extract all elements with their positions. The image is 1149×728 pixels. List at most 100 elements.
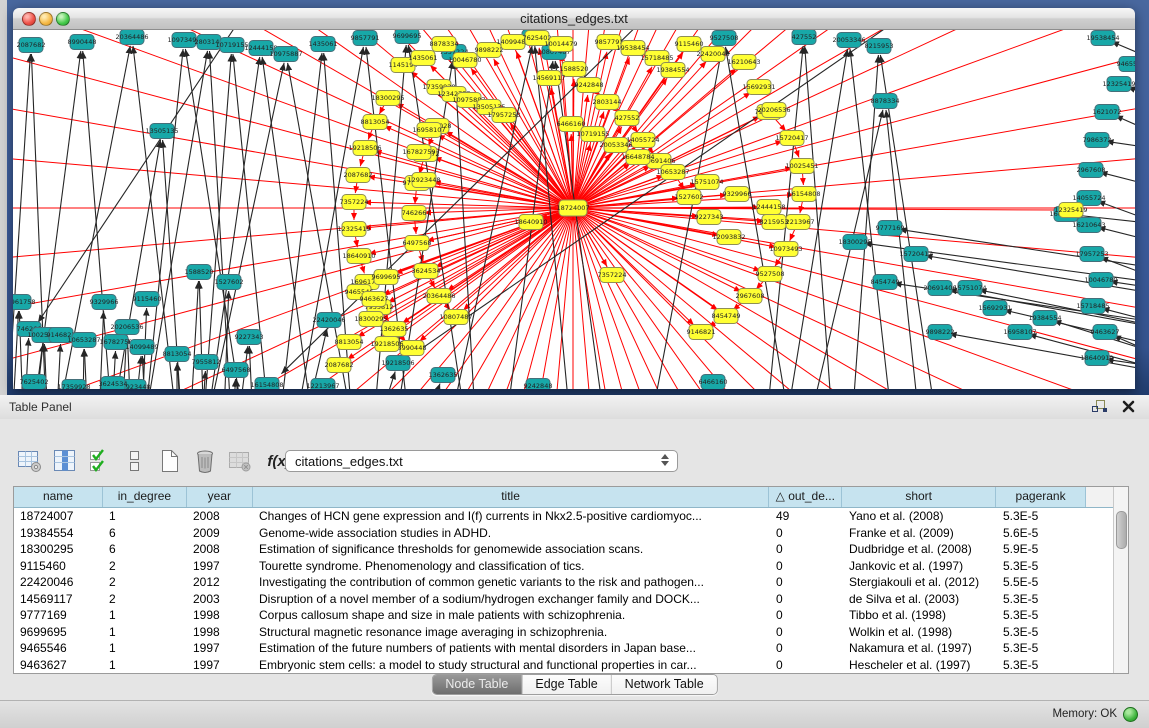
graph-node[interactable]: 9227343 (695, 210, 724, 225)
column-header-year[interactable]: year (187, 487, 253, 507)
graph-node[interactable]: 427552 (615, 111, 640, 126)
graph-node[interactable]: 8990448 (68, 35, 97, 50)
graph-node[interactable]: 1362635 (380, 322, 409, 337)
graph-node[interactable]: 22420046 (696, 47, 729, 62)
table-row[interactable]: 946362711997Embryonic stem cells: a mode… (14, 657, 1113, 674)
table-row[interactable]: 1938455462009Genome-wide association stu… (14, 525, 1113, 542)
tab-network-table[interactable]: Network Table (611, 675, 717, 694)
graph-node[interactable]: 9857791 (351, 31, 380, 46)
graph-node[interactable]: 16782759 (402, 145, 435, 160)
graph-node[interactable]: 9463627 (1091, 325, 1120, 340)
graph-node[interactable]: 9242848 (524, 379, 553, 390)
graph-node[interactable]: 19218506 (381, 356, 414, 371)
graph-node[interactable]: 2967608 (736, 289, 765, 304)
graph-node[interactable]: 1435061 (309, 37, 338, 52)
graph-node[interactable]: 14099489 (125, 340, 158, 355)
graph-node[interactable]: 2087682 (344, 168, 373, 183)
table-row[interactable]: 911546021997Tourette syndrome. Phenomeno… (14, 558, 1113, 575)
graph-node[interactable]: 9465546 (1117, 57, 1135, 72)
graph-node[interactable]: 8813054 (361, 115, 390, 130)
graph-node[interactable]: 2087682 (325, 358, 354, 373)
graph-node[interactable]: 6497568 (403, 236, 432, 251)
graph-node[interactable]: 16958107 (412, 123, 445, 138)
graph-node[interactable]: 3624534 (99, 377, 128, 390)
graph-node[interactable]: 18640910 (342, 249, 375, 264)
graph-node[interactable]: 20206536 (110, 320, 143, 335)
network-canvas[interactable]: 2087682899044820364486109734932803144107… (13, 30, 1135, 389)
graph-node[interactable]: 1527602 (675, 190, 704, 205)
graph-node[interactable]: 15751074 (953, 281, 986, 296)
graph-node[interactable]: 12093832 (712, 230, 745, 245)
graph-node[interactable]: 6466160 (699, 375, 728, 390)
graph-node[interactable]: 1527602 (215, 275, 244, 290)
graph-node[interactable]: 19218506 (370, 337, 403, 352)
graph-node[interactable]: 7357224 (340, 195, 369, 210)
graph-node[interactable]: 20364486 (115, 30, 148, 45)
table-vertical-scrollbar[interactable] (1113, 487, 1128, 673)
graph-node[interactable]: 9898222 (926, 325, 955, 340)
graph-node[interactable]: 20364486 (422, 289, 455, 304)
citation-network-graph[interactable]: 2087682899044820364486109734932803144107… (13, 30, 1135, 389)
graph-node[interactable]: 18300295 (838, 235, 871, 250)
table-row[interactable]: 977716911998Corpus callosum shape and si… (14, 607, 1113, 624)
graph-node[interactable]: 19538454 (1086, 31, 1119, 46)
column-header-title[interactable]: title (253, 487, 770, 507)
graph-node[interactable]: 18640910 (514, 215, 547, 230)
tab-node-table[interactable]: Node Table (432, 675, 521, 694)
table-row[interactable]: 969969511998Structural magnetic resonanc… (14, 624, 1113, 641)
graph-node[interactable]: 7625402 (20, 375, 49, 390)
graph-node[interactable]: 1588520 (185, 265, 214, 280)
graph-node[interactable]: 15692931 (978, 301, 1011, 316)
graph-node[interactable]: 20691406 (923, 281, 956, 296)
graph-node[interactable]: 746266 (402, 206, 427, 221)
close-icon[interactable] (1122, 400, 1135, 413)
graph-node[interactable]: 6497568 (222, 363, 251, 378)
column-header-short[interactable]: short (842, 487, 996, 507)
graph-node[interactable]: 16154808 (787, 187, 820, 202)
graph-node[interactable]: 10653287 (656, 165, 689, 180)
column-header-name[interactable]: name (14, 487, 103, 507)
graph-node[interactable]: 12325419 (1102, 77, 1135, 92)
graph-node[interactable]: 15692931 (742, 80, 775, 95)
graph-node[interactable]: 16210643 (727, 55, 760, 70)
graph-node[interactable]: 427552 (792, 30, 817, 45)
float-window-icon[interactable] (1091, 399, 1108, 414)
graph-node[interactable]: 9463627 (360, 292, 389, 307)
graph-node[interactable]: 7955812 (192, 355, 221, 370)
graph-node[interactable]: 9527508 (710, 31, 739, 46)
graph-node[interactable]: 16648784 (621, 150, 654, 165)
graph-node[interactable]: 9329966 (90, 295, 119, 310)
graph-node[interactable]: 7986372 (1083, 133, 1112, 148)
graph-node[interactable]: 9242848 (575, 78, 604, 93)
new-table-icon[interactable] (156, 446, 184, 476)
table-row[interactable]: 946554611997Estimation of the future num… (14, 640, 1113, 657)
graph-node[interactable]: 3624534 (412, 264, 441, 279)
graph-node[interactable]: 15718485 (1076, 299, 1109, 314)
graph-node[interactable]: 12213967 (306, 379, 339, 390)
graph-node[interactable]: 12444158 (752, 200, 785, 215)
graph-node[interactable]: 8215953 (865, 39, 894, 54)
graph-node[interactable]: 18300295 (371, 91, 404, 106)
graph-node[interactable]: 10973493 (769, 242, 802, 257)
graph-node[interactable]: 10046780 (1084, 273, 1117, 288)
graph-node[interactable]: 17359928 (57, 380, 90, 390)
select-all-icon[interactable] (86, 446, 114, 476)
graph-node[interactable]: 20053346 (832, 33, 865, 48)
graph-node[interactable]: 9527508 (756, 267, 785, 282)
graph-node[interactable]: 9146821 (687, 325, 716, 340)
graph-node[interactable]: 22420046 (312, 313, 345, 328)
graph-node[interactable]: 10653287 (67, 333, 100, 348)
graph-node[interactable]: 10014479 (544, 37, 577, 52)
delete-table-icon[interactable] (191, 446, 219, 476)
graph-node[interactable]: 8813054 (335, 335, 364, 350)
graph-node[interactable]: 9227343 (235, 330, 264, 345)
graph-node[interactable]: 20206536 (757, 103, 790, 118)
graph-node[interactable]: 17957253 (1075, 247, 1108, 262)
table-row[interactable]: 1830029562008Estimation of significance … (14, 541, 1113, 558)
graph-node[interactable]: 2803144 (593, 95, 622, 110)
graph-node[interactable]: 1362635 (429, 368, 458, 383)
table-source-select[interactable]: citations_edges.txt (285, 450, 678, 472)
column-header-out_degree[interactable]: △ out_de... (769, 487, 842, 507)
graph-node[interactable]: 16154808 (250, 378, 283, 390)
graph-node[interactable]: 8215953 (760, 215, 789, 230)
